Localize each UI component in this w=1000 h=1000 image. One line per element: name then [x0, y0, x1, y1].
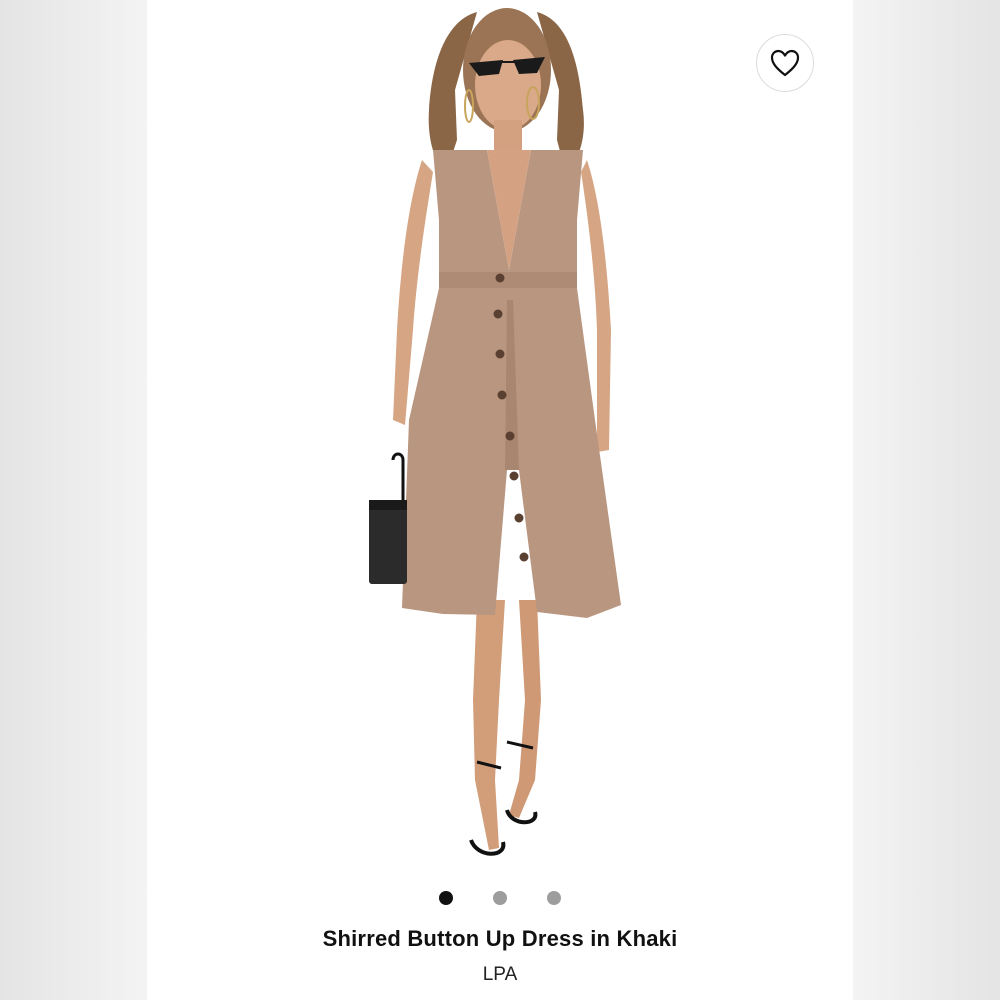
- gallery-dot-2[interactable]: [493, 891, 507, 905]
- gallery-dots: [147, 891, 853, 907]
- product-card: Shirred Button Up Dress in Khaki LPA: [147, 0, 853, 1000]
- gallery-dot-1[interactable]: [439, 891, 453, 905]
- heart-outline-icon: [770, 49, 800, 77]
- product-image[interactable]: [347, 0, 667, 870]
- page-background: Shirred Button Up Dress in Khaki LPA: [0, 0, 1000, 1000]
- product-brand[interactable]: LPA: [147, 964, 853, 986]
- product-title: Shirred Button Up Dress in Khaki: [322, 926, 678, 951]
- gallery-dot-3[interactable]: [547, 891, 561, 905]
- favorite-button[interactable]: [756, 34, 814, 92]
